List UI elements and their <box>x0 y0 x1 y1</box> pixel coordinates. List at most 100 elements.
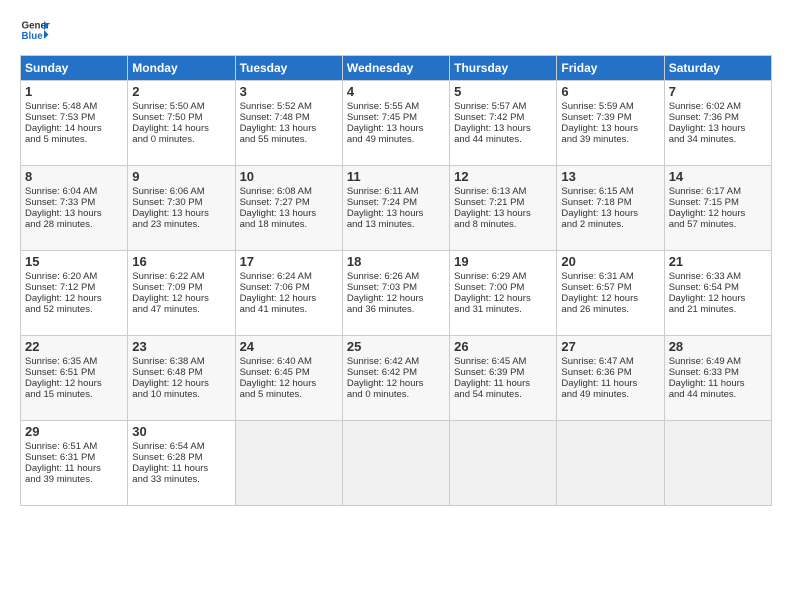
day-info: Sunset: 6:36 PM <box>561 367 659 378</box>
day-info: Daylight: 13 hours <box>561 208 659 219</box>
calendar-cell <box>342 421 449 506</box>
day-info: Sunset: 7:36 PM <box>669 112 767 123</box>
calendar-header-row: SundayMondayTuesdayWednesdayThursdayFrid… <box>21 56 772 81</box>
day-info: and 26 minutes. <box>561 304 659 315</box>
calendar-cell: 8Sunrise: 6:04 AMSunset: 7:33 PMDaylight… <box>21 166 128 251</box>
calendar-cell <box>664 421 771 506</box>
day-info: Sunrise: 6:06 AM <box>132 186 230 197</box>
day-info: Daylight: 13 hours <box>240 208 338 219</box>
day-info: and 36 minutes. <box>347 304 445 315</box>
day-info: Daylight: 12 hours <box>347 378 445 389</box>
calendar-cell: 5Sunrise: 5:57 AMSunset: 7:42 PMDaylight… <box>450 81 557 166</box>
calendar-body: 1Sunrise: 5:48 AMSunset: 7:53 PMDaylight… <box>21 81 772 506</box>
calendar-week-row: 22Sunrise: 6:35 AMSunset: 6:51 PMDayligh… <box>21 336 772 421</box>
day-info: Sunset: 6:42 PM <box>347 367 445 378</box>
calendar-cell: 25Sunrise: 6:42 AMSunset: 6:42 PMDayligh… <box>342 336 449 421</box>
day-info: and 47 minutes. <box>132 304 230 315</box>
calendar-cell: 26Sunrise: 6:45 AMSunset: 6:39 PMDayligh… <box>450 336 557 421</box>
day-info: Sunrise: 6:31 AM <box>561 271 659 282</box>
day-info: Sunset: 7:06 PM <box>240 282 338 293</box>
day-info: Daylight: 13 hours <box>25 208 123 219</box>
day-info: Sunrise: 6:17 AM <box>669 186 767 197</box>
day-info: and 54 minutes. <box>454 389 552 400</box>
calendar-cell: 19Sunrise: 6:29 AMSunset: 7:00 PMDayligh… <box>450 251 557 336</box>
day-info: Sunrise: 6:35 AM <box>25 356 123 367</box>
day-info: Sunrise: 6:04 AM <box>25 186 123 197</box>
day-info: Daylight: 11 hours <box>454 378 552 389</box>
day-info: Daylight: 11 hours <box>132 463 230 474</box>
weekday-header: Friday <box>557 56 664 81</box>
day-info: Sunset: 7:27 PM <box>240 197 338 208</box>
day-info: Sunrise: 6:38 AM <box>132 356 230 367</box>
calendar-cell: 29Sunrise: 6:51 AMSunset: 6:31 PMDayligh… <box>21 421 128 506</box>
day-number: 22 <box>25 339 123 354</box>
calendar-cell <box>557 421 664 506</box>
logo-icon: General Blue <box>20 15 50 45</box>
weekday-header: Sunday <box>21 56 128 81</box>
weekday-header: Wednesday <box>342 56 449 81</box>
day-info: Daylight: 12 hours <box>240 293 338 304</box>
day-number: 21 <box>669 254 767 269</box>
day-info: Sunset: 7:03 PM <box>347 282 445 293</box>
day-info: Sunset: 6:28 PM <box>132 452 230 463</box>
day-info: Sunset: 6:39 PM <box>454 367 552 378</box>
day-info: Sunset: 7:45 PM <box>347 112 445 123</box>
day-info: Sunset: 7:30 PM <box>132 197 230 208</box>
day-number: 12 <box>454 169 552 184</box>
day-info: Daylight: 13 hours <box>347 208 445 219</box>
day-info: and 0 minutes. <box>132 134 230 145</box>
calendar-cell: 7Sunrise: 6:02 AMSunset: 7:36 PMDaylight… <box>664 81 771 166</box>
calendar-cell: 12Sunrise: 6:13 AMSunset: 7:21 PMDayligh… <box>450 166 557 251</box>
day-info: and 5 minutes. <box>240 389 338 400</box>
day-info: Daylight: 12 hours <box>25 293 123 304</box>
day-info: Sunset: 7:48 PM <box>240 112 338 123</box>
day-info: Sunset: 6:45 PM <box>240 367 338 378</box>
day-info: Sunrise: 6:13 AM <box>454 186 552 197</box>
day-info: Sunset: 7:12 PM <box>25 282 123 293</box>
day-info: Sunrise: 6:26 AM <box>347 271 445 282</box>
day-info: Sunrise: 6:22 AM <box>132 271 230 282</box>
day-info: Daylight: 11 hours <box>561 378 659 389</box>
day-info: Daylight: 13 hours <box>132 208 230 219</box>
day-info: and 0 minutes. <box>347 389 445 400</box>
day-info: Daylight: 12 hours <box>561 293 659 304</box>
day-info: Daylight: 13 hours <box>454 123 552 134</box>
day-info: Daylight: 13 hours <box>240 123 338 134</box>
calendar-week-row: 29Sunrise: 6:51 AMSunset: 6:31 PMDayligh… <box>21 421 772 506</box>
weekday-header: Saturday <box>664 56 771 81</box>
day-number: 2 <box>132 84 230 99</box>
calendar-cell: 23Sunrise: 6:38 AMSunset: 6:48 PMDayligh… <box>128 336 235 421</box>
day-info: Sunset: 7:53 PM <box>25 112 123 123</box>
day-info: and 31 minutes. <box>454 304 552 315</box>
day-number: 13 <box>561 169 659 184</box>
day-number: 16 <box>132 254 230 269</box>
day-info: Sunset: 7:18 PM <box>561 197 659 208</box>
day-info: and 44 minutes. <box>669 389 767 400</box>
day-info: Sunset: 7:42 PM <box>454 112 552 123</box>
day-info: Sunset: 7:24 PM <box>347 197 445 208</box>
day-info: Sunrise: 6:47 AM <box>561 356 659 367</box>
day-info: and 55 minutes. <box>240 134 338 145</box>
logo: General Blue <box>20 15 50 45</box>
day-info: Daylight: 12 hours <box>25 378 123 389</box>
day-info: Sunset: 7:50 PM <box>132 112 230 123</box>
day-number: 18 <box>347 254 445 269</box>
day-info: and 2 minutes. <box>561 219 659 230</box>
day-info: Daylight: 12 hours <box>132 378 230 389</box>
calendar-cell: 13Sunrise: 6:15 AMSunset: 7:18 PMDayligh… <box>557 166 664 251</box>
day-number: 20 <box>561 254 659 269</box>
calendar-cell: 6Sunrise: 5:59 AMSunset: 7:39 PMDaylight… <box>557 81 664 166</box>
day-info: and 34 minutes. <box>669 134 767 145</box>
day-number: 4 <box>347 84 445 99</box>
day-info: and 39 minutes. <box>561 134 659 145</box>
day-info: Daylight: 12 hours <box>240 378 338 389</box>
page-container: General Blue SundayMondayTuesdayWednesda… <box>0 0 792 516</box>
calendar-cell: 24Sunrise: 6:40 AMSunset: 6:45 PMDayligh… <box>235 336 342 421</box>
day-info: Sunset: 7:21 PM <box>454 197 552 208</box>
calendar-cell: 14Sunrise: 6:17 AMSunset: 7:15 PMDayligh… <box>664 166 771 251</box>
day-number: 10 <box>240 169 338 184</box>
day-info: Sunrise: 5:59 AM <box>561 101 659 112</box>
calendar-cell: 21Sunrise: 6:33 AMSunset: 6:54 PMDayligh… <box>664 251 771 336</box>
day-number: 23 <box>132 339 230 354</box>
calendar-cell: 30Sunrise: 6:54 AMSunset: 6:28 PMDayligh… <box>128 421 235 506</box>
